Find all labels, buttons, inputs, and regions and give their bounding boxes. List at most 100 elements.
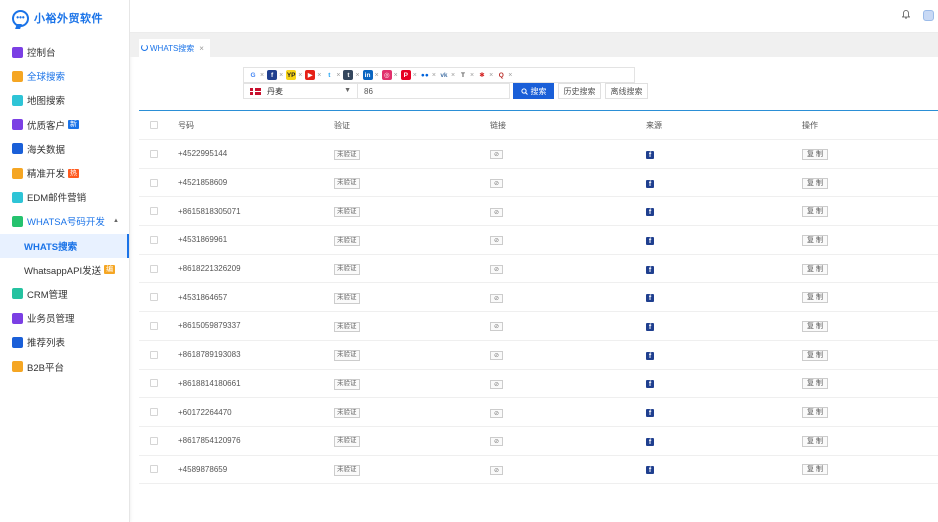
sidebar-item-whats-search[interactable]: WHATS搜索 <box>0 233 129 258</box>
sidebar-item-staff[interactable]: 业务员管理 <box>0 306 129 330</box>
sidebar-item-dashboard[interactable]: 控制台 <box>0 40 129 64</box>
row-checkbox[interactable] <box>150 379 158 388</box>
row-checkbox[interactable] <box>150 436 158 445</box>
copy-button[interactable]: 复 制 <box>802 320 828 332</box>
search-button[interactable]: 搜索 <box>513 83 554 99</box>
bell-icon[interactable] <box>902 10 910 19</box>
verify-tag[interactable]: 未验证 <box>334 407 360 419</box>
row-checkbox[interactable] <box>150 408 158 417</box>
verify-tag[interactable]: 未验证 <box>334 350 360 361</box>
remove-icon[interactable]: × <box>355 72 359 79</box>
remove-icon[interactable]: × <box>413 72 417 79</box>
copy-button[interactable]: 复 制 <box>802 292 828 304</box>
row-checkbox[interactable] <box>150 264 158 273</box>
remove-icon[interactable]: × <box>336 72 340 79</box>
remove-icon[interactable]: × <box>489 72 493 79</box>
social-filter-chip[interactable]: ◎ × <box>381 70 398 80</box>
link-icon[interactable]: ⊘ <box>490 179 503 189</box>
social-filter-chip[interactable]: G × <box>248 70 264 80</box>
verify-tag[interactable]: 未验证 <box>334 264 360 275</box>
link-icon[interactable]: ⊘ <box>490 236 503 246</box>
avatar[interactable] <box>923 10 934 21</box>
row-checkbox[interactable] <box>150 178 158 187</box>
social-filter-chip[interactable]: ✱ × <box>477 70 493 80</box>
link-icon[interactable]: ⊘ <box>490 322 503 332</box>
row-checkbox[interactable] <box>150 465 158 474</box>
row-checkbox[interactable] <box>150 149 158 158</box>
row-checkbox[interactable] <box>150 207 158 216</box>
verify-tag[interactable]: 未验证 <box>334 465 360 476</box>
social-filter-chip[interactable]: P × <box>400 70 417 80</box>
sidebar-item-edm[interactable]: EDM邮件营销 <box>0 185 129 209</box>
sidebar-item-crm[interactable]: CRM管理 <box>0 282 129 306</box>
verify-tag[interactable]: 未验证 <box>334 379 360 390</box>
copy-button[interactable]: 复 制 <box>802 349 828 361</box>
link-icon[interactable]: ⊘ <box>490 293 503 303</box>
select-all-checkbox[interactable] <box>150 121 158 129</box>
refresh-icon[interactable] <box>141 44 148 51</box>
social-filter-chip[interactable]: f × <box>267 70 283 80</box>
country-select[interactable]: 丹麦 ▼ <box>243 83 358 99</box>
sidebar-item-map-search[interactable]: 地图搜索 <box>0 88 129 112</box>
verify-tag[interactable]: 未验证 <box>334 206 360 218</box>
link-icon[interactable]: ⊘ <box>490 207 503 217</box>
verify-tag[interactable]: 未验证 <box>334 235 360 247</box>
link-icon[interactable]: ⊘ <box>490 379 503 389</box>
tab-close-icon[interactable]: × <box>199 44 204 53</box>
history-search-button[interactable]: 历史搜索 <box>558 83 601 99</box>
code-input[interactable] <box>358 83 510 99</box>
copy-button[interactable]: 复 制 <box>802 206 828 218</box>
link-icon[interactable]: ⊘ <box>490 465 503 475</box>
copy-button[interactable]: 复 制 <box>802 464 828 476</box>
copy-button[interactable]: 复 制 <box>802 435 828 447</box>
verify-tag[interactable]: 未验证 <box>334 436 360 447</box>
copy-button[interactable]: 复 制 <box>802 407 828 419</box>
sidebar-item-recommend-list[interactable]: 推荐列表 <box>0 330 129 354</box>
sidebar-item-whatsapp-dev[interactable]: WHATSA号码开发 ▲ <box>0 209 129 233</box>
social-filter-chip[interactable]: in × <box>362 70 379 80</box>
remove-icon[interactable]: × <box>432 72 436 79</box>
social-filter-chip[interactable]: Q × <box>496 70 512 80</box>
copy-button[interactable]: 复 制 <box>802 234 828 246</box>
link-icon[interactable]: ⊘ <box>490 265 503 275</box>
tab-whats-search[interactable]: WHATS搜索 × <box>139 39 210 57</box>
copy-button[interactable]: 复 制 <box>802 177 828 189</box>
remove-icon[interactable]: × <box>279 72 283 79</box>
copy-button[interactable]: 复 制 <box>802 263 828 275</box>
copy-button[interactable]: 复 制 <box>802 378 828 390</box>
social-filter-chip[interactable]: vk × <box>438 70 455 80</box>
sidebar-item-customs-data[interactable]: 海关数据 <box>0 137 129 161</box>
social-filter-chip[interactable]: YP × <box>286 70 302 80</box>
row-checkbox[interactable] <box>150 293 158 302</box>
sidebar-item-quality-customers[interactable]: 优质客户新 <box>0 113 129 137</box>
link-icon[interactable]: ⊘ <box>490 150 503 160</box>
remove-icon[interactable]: × <box>317 72 321 79</box>
verify-tag[interactable]: 未验证 <box>334 293 360 304</box>
social-filter-chip[interactable]: T × <box>458 70 474 80</box>
sidebar-item-precise-dev[interactable]: 精准开发热 <box>0 161 129 185</box>
remove-icon[interactable]: × <box>375 72 379 79</box>
remove-icon[interactable]: × <box>508 72 512 79</box>
remove-icon[interactable]: × <box>451 72 455 79</box>
remove-icon[interactable]: × <box>470 72 474 79</box>
link-icon[interactable]: ⊘ <box>490 351 503 361</box>
copy-button[interactable]: 复 制 <box>802 148 828 160</box>
verify-tag[interactable]: 未验证 <box>334 178 360 189</box>
app-logo[interactable]: ••• 小裕外贸软件 <box>0 0 129 36</box>
row-checkbox[interactable] <box>150 350 158 359</box>
verify-tag[interactable]: 未验证 <box>334 321 360 333</box>
remove-icon[interactable]: × <box>298 72 302 79</box>
remove-icon[interactable]: × <box>260 72 264 79</box>
social-filter-chip[interactable]: t × <box>324 70 340 80</box>
sidebar-item-b2b[interactable]: B2B平台 <box>0 354 129 378</box>
sidebar-item-whatsapp-api[interactable]: WhatsappAPI发送编 <box>0 258 129 282</box>
link-icon[interactable]: ⊘ <box>490 408 503 418</box>
verify-tag[interactable]: 未验证 <box>334 149 360 161</box>
social-filter-chip[interactable]: ▶ × <box>305 70 321 80</box>
sidebar-item-global-search[interactable]: 全球搜索 <box>0 64 129 88</box>
offline-search-button[interactable]: 离线搜索 <box>605 83 648 99</box>
link-icon[interactable]: ⊘ <box>490 437 503 447</box>
social-filter-chip[interactable]: t × <box>343 70 360 80</box>
remove-icon[interactable]: × <box>394 72 398 79</box>
row-checkbox[interactable] <box>150 235 158 244</box>
